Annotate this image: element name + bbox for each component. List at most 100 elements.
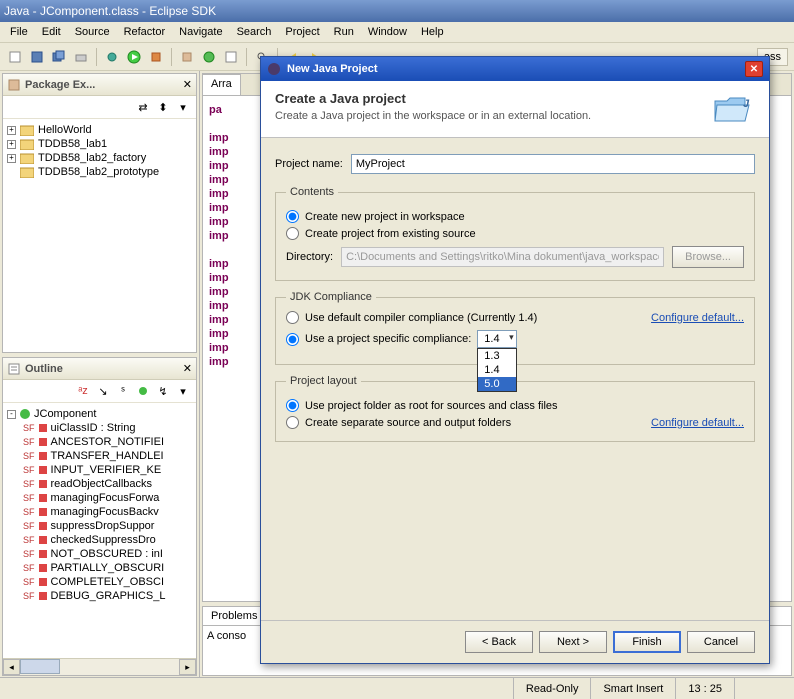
jdk-specific-radio[interactable] bbox=[286, 333, 299, 346]
outline-item[interactable]: SFCOMPLETELY_OBSCI bbox=[23, 575, 192, 589]
menu-search[interactable]: Search bbox=[231, 24, 278, 40]
new-package-button[interactable] bbox=[178, 48, 196, 66]
outline-root[interactable]: JComponent bbox=[34, 408, 96, 420]
menu-navigate[interactable]: Navigate bbox=[173, 24, 228, 40]
compliance-dropdown[interactable]: 1.3 1.4 5.0 bbox=[477, 348, 516, 392]
folder-icon bbox=[20, 138, 34, 150]
window-title: Java - JComponent.class - Eclipse SDK bbox=[4, 4, 216, 18]
outline-item[interactable]: SFmanagingFocusForwa bbox=[23, 491, 192, 505]
expand-icon[interactable]: + bbox=[7, 154, 16, 163]
project-name-input[interactable] bbox=[351, 154, 755, 174]
hide-fields-icon[interactable]: ↘ bbox=[94, 382, 112, 400]
outline-item[interactable]: SFDEBUG_GRAPHICS_L bbox=[23, 589, 192, 603]
contents-opt1[interactable]: Create new project in workspace bbox=[305, 211, 465, 223]
debug-button[interactable] bbox=[103, 48, 121, 66]
outline-item[interactable]: SFPARTIALLY_OBSCURI bbox=[23, 561, 192, 575]
problems-tab[interactable]: Problems bbox=[203, 607, 266, 625]
menu-help[interactable]: Help bbox=[415, 24, 450, 40]
dialog-buttons: < Back Next > Finish Cancel bbox=[261, 620, 769, 663]
project-name-label: Project name: bbox=[275, 158, 343, 170]
contents-legend: Contents bbox=[286, 186, 338, 198]
layout-root-radio[interactable] bbox=[286, 399, 299, 412]
new-class-button[interactable] bbox=[200, 48, 218, 66]
compliance-option[interactable]: 5.0 bbox=[478, 377, 515, 391]
menu-project[interactable]: Project bbox=[279, 24, 325, 40]
compliance-select[interactable]: 1.4 1.3 1.4 5.0 bbox=[477, 330, 516, 348]
outline-view: Outline ✕ ᵃz ↘ ˢ ↯ ▾ -JComponent SFuiCla… bbox=[2, 357, 197, 676]
outline-item[interactable]: SFTRANSFER_HANDLEI bbox=[23, 449, 192, 463]
outline-item[interactable]: SFANCESTOR_NOTIFIEI bbox=[23, 435, 192, 449]
contents-workspace-radio[interactable] bbox=[286, 210, 299, 223]
link-editor-icon[interactable]: ⬍ bbox=[154, 98, 172, 116]
outline-item[interactable]: SFreadObjectCallbacks bbox=[23, 477, 192, 491]
jdk-opt1[interactable]: Use default compiler compliance (Current… bbox=[305, 312, 537, 324]
hide-static-icon[interactable]: ˢ bbox=[114, 382, 132, 400]
collapse-all-icon[interactable]: ⇄ bbox=[134, 98, 152, 116]
left-column: Package Ex... ✕ ⇄ ⬍ ▾ + HelloWorld + TDDB5… bbox=[0, 71, 200, 678]
next-button[interactable]: Next > bbox=[539, 631, 607, 653]
window-titlebar: Java - JComponent.class - Eclipse SDK bbox=[0, 0, 794, 22]
horizontal-scrollbar[interactable]: ◂ ▸ bbox=[3, 658, 196, 675]
scroll-left-icon[interactable]: ◂ bbox=[3, 659, 20, 675]
outline-item[interactable]: SFsuppressDropSuppor bbox=[23, 519, 192, 533]
toolbar-divider bbox=[171, 48, 172, 66]
configure-default-link[interactable]: Configure default... bbox=[651, 312, 744, 324]
back-button[interactable]: < Back bbox=[465, 631, 533, 653]
close-view-icon[interactable]: ✕ bbox=[183, 78, 192, 91]
compliance-option[interactable]: 1.4 bbox=[478, 363, 515, 377]
contents-opt2[interactable]: Create project from existing source bbox=[305, 228, 476, 240]
ext-tools-button[interactable] bbox=[147, 48, 165, 66]
outline-item[interactable]: SFINPUT_VERIFIER_KE bbox=[23, 463, 192, 477]
view-menu-icon[interactable]: ▾ bbox=[174, 98, 192, 116]
layout-opt2[interactable]: Create separate source and output folder… bbox=[305, 417, 511, 429]
expand-icon[interactable]: + bbox=[7, 126, 16, 135]
finish-button[interactable]: Finish bbox=[613, 631, 681, 653]
scroll-thumb[interactable] bbox=[20, 659, 60, 674]
layout-opt1[interactable]: Use project folder as root for sources a… bbox=[305, 400, 558, 412]
tree-item[interactable]: TDDB58_lab2_prototype bbox=[38, 166, 159, 178]
tree-item[interactable]: HelloWorld bbox=[38, 124, 92, 136]
jdk-opt2[interactable]: Use a project specific compliance: bbox=[305, 333, 471, 345]
menu-source[interactable]: Source bbox=[69, 24, 116, 40]
tree-item[interactable]: TDDB58_lab1 bbox=[38, 138, 107, 150]
close-view-icon[interactable]: ✕ bbox=[183, 362, 192, 375]
menu-refactor[interactable]: Refactor bbox=[118, 24, 172, 40]
class-icon bbox=[20, 409, 30, 419]
outline-item[interactable]: SFNOT_OBSCURED : inI bbox=[23, 547, 192, 561]
collapse-icon[interactable]: - bbox=[7, 410, 16, 419]
save-all-button[interactable] bbox=[50, 48, 68, 66]
jdk-default-radio[interactable] bbox=[286, 311, 299, 324]
menu-run[interactable]: Run bbox=[328, 24, 360, 40]
cancel-button[interactable]: Cancel bbox=[687, 631, 755, 653]
jdk-fieldset: JDK Compliance Use default compiler comp… bbox=[275, 291, 755, 365]
outline-item[interactable]: SFcheckedSuppressDro bbox=[23, 533, 192, 547]
menu-window[interactable]: Window bbox=[362, 24, 413, 40]
editor-tab[interactable]: Arra bbox=[203, 74, 241, 95]
save-button[interactable] bbox=[28, 48, 46, 66]
view-menu-icon[interactable]: ▾ bbox=[174, 382, 192, 400]
layout-separate-radio[interactable] bbox=[286, 416, 299, 429]
sort-icon[interactable]: ᵃz bbox=[74, 382, 92, 400]
toolbar-divider bbox=[246, 48, 247, 66]
configure-layout-link[interactable]: Configure default... bbox=[651, 417, 744, 429]
dialog-titlebar[interactable]: New Java Project ✕ bbox=[261, 57, 769, 81]
hide-local-icon[interactable]: ↯ bbox=[154, 382, 172, 400]
expand-icon[interactable]: + bbox=[7, 140, 16, 149]
menu-file[interactable]: File bbox=[4, 24, 34, 40]
open-type-button[interactable] bbox=[222, 48, 240, 66]
new-button[interactable] bbox=[6, 48, 24, 66]
tree-item[interactable]: TDDB58_lab2_factory bbox=[38, 152, 146, 164]
status-readonly: Read-Only bbox=[513, 678, 591, 699]
scroll-right-icon[interactable]: ▸ bbox=[179, 659, 196, 675]
contents-existing-radio[interactable] bbox=[286, 227, 299, 240]
hide-nonpublic-icon[interactable] bbox=[134, 382, 152, 400]
outline-icon bbox=[7, 362, 21, 376]
package-explorer-title: Package Ex... bbox=[25, 79, 179, 91]
outline-item[interactable]: SFuiClassID : String bbox=[23, 421, 192, 435]
print-button[interactable] bbox=[72, 48, 90, 66]
compliance-option[interactable]: 1.3 bbox=[478, 349, 515, 363]
close-icon[interactable]: ✕ bbox=[745, 61, 763, 77]
menu-edit[interactable]: Edit bbox=[36, 24, 67, 40]
outline-item[interactable]: SFmanagingFocusBackv bbox=[23, 505, 192, 519]
run-button[interactable] bbox=[125, 48, 143, 66]
